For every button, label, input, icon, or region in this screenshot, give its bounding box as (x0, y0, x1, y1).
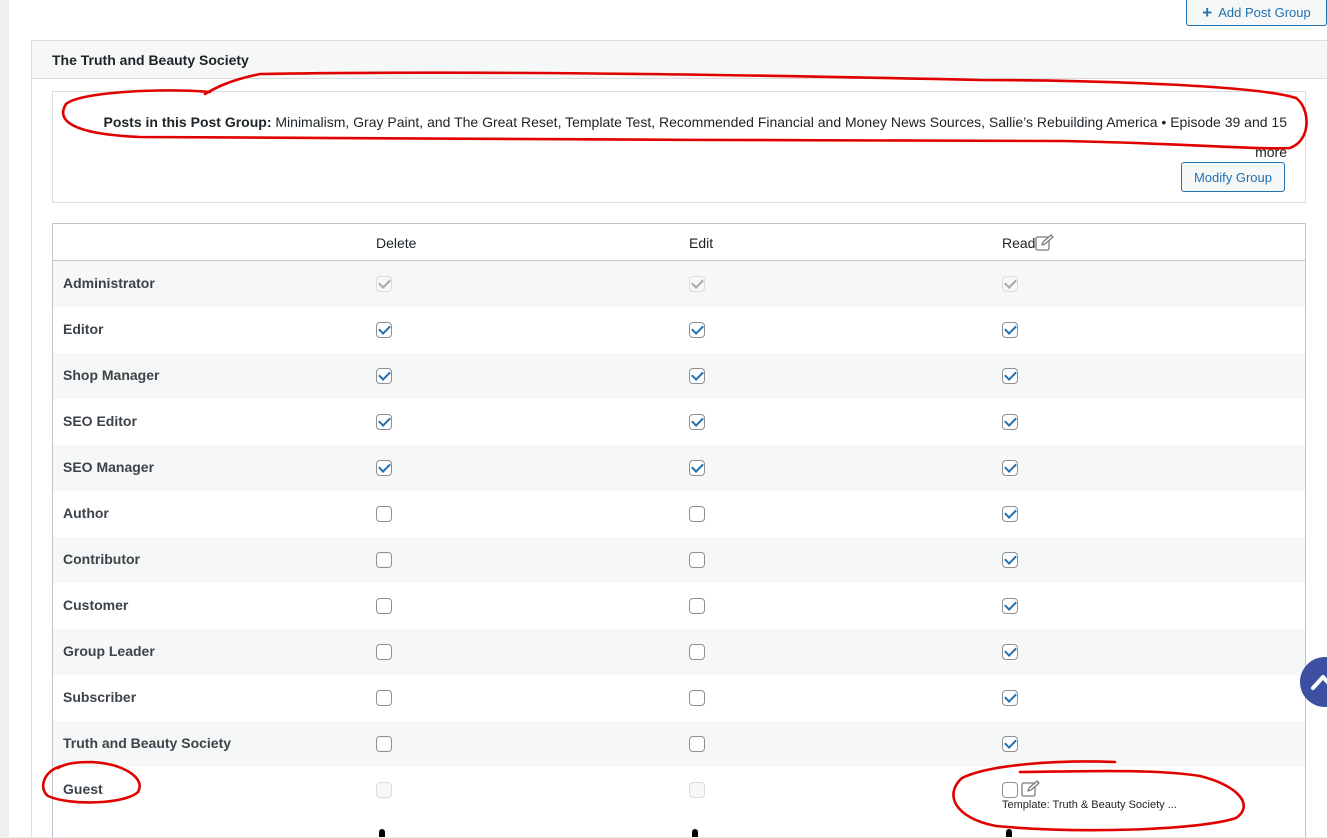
table-row: Contributor (53, 537, 1305, 583)
checkbox-read[interactable] (1002, 552, 1018, 568)
checkbox-edit[interactable] (689, 690, 705, 706)
checkbox-delete[interactable] (376, 506, 392, 522)
checkbox-edit[interactable] (689, 460, 705, 476)
role-name: Editor (63, 321, 104, 337)
table-row: Editor (53, 307, 1305, 353)
checkbox-edit[interactable] (689, 552, 705, 568)
role-name: SEO Editor (63, 413, 137, 429)
table-row: Guest Template: Truth & Beauty Society ..… (53, 767, 1305, 825)
partial-checkbox-delete (379, 829, 385, 837)
checkbox-read[interactable] (1002, 414, 1018, 430)
table-row: Truth and Beauty Society (53, 721, 1305, 767)
column-header-read: Read (1002, 235, 1036, 251)
guest-template-label: Template: Truth & Beauty Society ... (1002, 799, 1177, 811)
role-name: Truth and Beauty Society (63, 735, 232, 751)
checkbox-read[interactable] (1002, 736, 1018, 752)
modify-group-button[interactable]: Modify Group (1181, 162, 1285, 192)
role-name: Subscriber (63, 689, 137, 705)
checkbox-edit[interactable] (689, 506, 705, 522)
role-name: SEO Manager (63, 459, 155, 475)
table-header: Delete Edit Read (53, 224, 1305, 261)
chevron-up-icon (1311, 675, 1327, 690)
table-row: SEO Manager (53, 445, 1305, 491)
checkbox-edit[interactable] (689, 644, 705, 660)
checkbox-read[interactable] (1002, 460, 1018, 476)
checkbox-edit[interactable] (689, 598, 705, 614)
checkbox-edit[interactable] (689, 368, 705, 384)
table-row: Shop Manager (53, 353, 1305, 399)
posts-more: more (1255, 144, 1287, 160)
checkbox-read[interactable] (1002, 782, 1018, 798)
role-name: Guest (63, 781, 103, 797)
column-header-delete: Delete (376, 235, 417, 251)
checkbox-read[interactable] (1002, 598, 1018, 614)
edit-pencil-icon[interactable] (1035, 234, 1055, 252)
role-name: Contributor (63, 551, 140, 567)
admin-sidebar-edge (0, 0, 9, 837)
role-name: Customer (63, 597, 129, 613)
checkbox-delete[interactable] (376, 598, 392, 614)
checkbox-edit (689, 782, 705, 798)
add-post-group-label: Add Post Group (1218, 5, 1311, 20)
checkbox-read[interactable] (1002, 368, 1018, 384)
checkbox-delete[interactable] (376, 736, 392, 752)
checkbox-edit (689, 276, 705, 292)
checkbox-edit[interactable] (689, 736, 705, 752)
permissions-table: Delete Edit Read Administrator Editor Shop… (52, 223, 1306, 838)
checkbox-edit[interactable] (689, 322, 705, 338)
checkbox-read (1002, 276, 1018, 292)
posts-label: Posts in this Post Group: (103, 114, 272, 130)
checkbox-delete[interactable] (376, 552, 392, 568)
post-group-title: The Truth and Beauty Society (32, 41, 1327, 79)
checkbox-delete (376, 276, 392, 292)
partial-checkbox-read (1006, 829, 1012, 837)
checkbox-read[interactable] (1002, 644, 1018, 660)
partial-checkbox-edit (692, 829, 698, 837)
table-row: Author (53, 491, 1305, 537)
checkbox-read[interactable] (1002, 506, 1018, 522)
checkbox-delete[interactable] (376, 690, 392, 706)
table-row: Group Leader (53, 629, 1305, 675)
role-name: Author (63, 505, 109, 521)
checkbox-delete[interactable] (376, 414, 392, 430)
posts-list: Minimalism, Gray Paint, and The Great Re… (275, 114, 1287, 130)
checkbox-delete[interactable] (376, 644, 392, 660)
checkbox-delete[interactable] (376, 322, 392, 338)
posts-in-group-box: Posts in this Post Group: Minimalism, Gr… (52, 91, 1306, 203)
checkbox-delete (376, 782, 392, 798)
main-content: + Add Post Group The Truth and Beauty So… (9, 0, 1327, 838)
table-row: Subscriber (53, 675, 1305, 721)
role-name: Administrator (63, 275, 155, 291)
checkbox-delete[interactable] (376, 368, 392, 384)
plus-icon: + (1202, 3, 1213, 22)
table-row: Administrator (53, 261, 1305, 307)
posts-in-group-text: Posts in this Post Group: Minimalism, Gr… (81, 107, 1287, 167)
table-row: Customer (53, 583, 1305, 629)
post-group-card: The Truth and Beauty Society Posts in th… (31, 40, 1327, 838)
table-row: SEO Editor (53, 399, 1305, 445)
checkbox-delete[interactable] (376, 460, 392, 476)
edit-pencil-icon[interactable] (1021, 780, 1041, 798)
role-name: Shop Manager (63, 367, 160, 383)
column-header-edit: Edit (689, 235, 714, 251)
checkbox-edit[interactable] (689, 414, 705, 430)
add-post-group-button[interactable]: + Add Post Group (1186, 0, 1327, 26)
role-name: Group Leader (63, 643, 155, 659)
checkbox-read[interactable] (1002, 322, 1018, 338)
checkbox-read[interactable] (1002, 690, 1018, 706)
